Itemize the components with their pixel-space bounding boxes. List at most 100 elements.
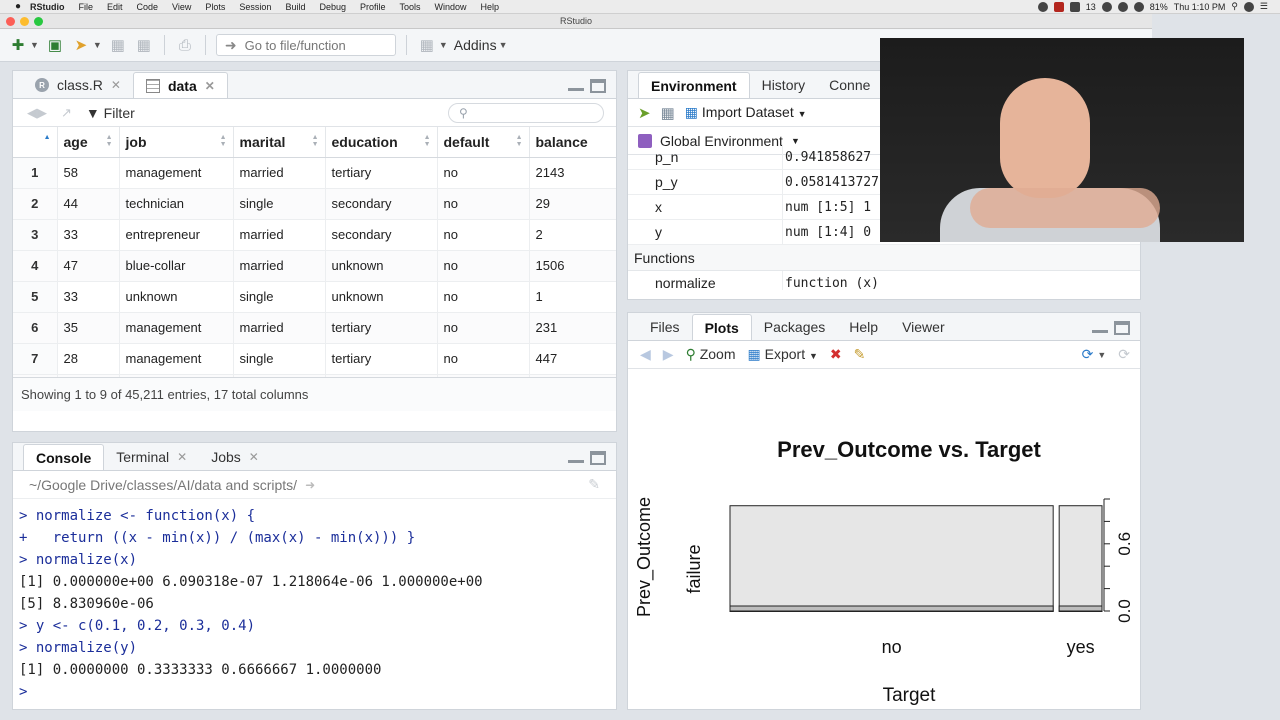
new-file-icon[interactable]: ✚ <box>8 35 28 55</box>
delete-plot-icon[interactable]: ✖ <box>830 346 842 363</box>
menu-build[interactable]: Build <box>285 2 305 12</box>
table-row[interactable]: 1 58 management married tertiary no 2143 <box>13 157 616 189</box>
table-row[interactable]: 2 44 technician single secondary no 29 <box>13 188 616 220</box>
tray-app-icon[interactable] <box>1053 1 1064 12</box>
column-header-education[interactable]: education ▲ ▼ <box>325 127 438 158</box>
back-arrow-icon[interactable]: ◀▶ <box>27 105 47 121</box>
maximize-pane-icon[interactable] <box>1114 321 1130 335</box>
table-row[interactable]: 4 47 blue-collar married unknown no 1506 <box>13 250 616 282</box>
column-header-age[interactable]: age ▲ ▼ <box>57 127 120 158</box>
save-icon[interactable]: ▦ <box>108 35 128 55</box>
tab-files[interactable]: Files <box>638 314 692 340</box>
menu-help[interactable]: Help <box>481 2 500 12</box>
table-row[interactable]: 3 33 entrepreneur married secondary no 2 <box>13 219 616 251</box>
menubar-clock[interactable]: Thu 1:10 PM <box>1174 2 1226 12</box>
table-row[interactable]: 5 33 unknown single unknown no 1 <box>13 281 616 313</box>
import-dataset-button[interactable]: ▦ Import Dataset ▼ <box>685 104 807 121</box>
tab-plots[interactable]: Plots <box>691 314 752 340</box>
pane-layout-icon[interactable]: ▦ <box>417 35 437 55</box>
clear-console-icon[interactable]: ✎ <box>588 476 600 493</box>
goto-file-function-input[interactable]: ➜ Go to file/function <box>215 34 396 56</box>
new-file-dropdown-icon[interactable]: ▼ <box>30 40 39 50</box>
tab-data[interactable]: data ✕ <box>132 72 228 98</box>
new-project-icon[interactable]: ▣ <box>45 35 65 55</box>
zoom-window-button[interactable] <box>34 17 43 26</box>
goto-directory-icon[interactable]: ➜ <box>305 478 315 492</box>
tab-environment[interactable]: Environment <box>638 72 750 98</box>
minimize-pane-icon[interactable] <box>568 83 584 91</box>
tab-packages[interactable]: Packages <box>752 314 837 340</box>
close-icon[interactable]: ✕ <box>177 450 187 464</box>
menu-debug[interactable]: Debug <box>319 2 346 12</box>
tray-status-icon[interactable] <box>1037 1 1048 12</box>
column-header-marital[interactable]: marital ▲ ▼ <box>233 127 326 158</box>
menu-profile[interactable]: Profile <box>360 2 386 12</box>
battery-percent[interactable]: 81% <box>1150 2 1168 12</box>
wifi-icon[interactable] <box>1133 1 1144 12</box>
menu-file[interactable]: File <box>79 2 94 12</box>
menu-window[interactable]: Window <box>435 2 467 12</box>
next-plot-icon[interactable]: ▶ <box>663 346 674 363</box>
table-cell: married <box>233 157 326 189</box>
maximize-pane-icon[interactable] <box>590 79 606 93</box>
tab-viewer[interactable]: Viewer <box>890 314 957 340</box>
column-header-job[interactable]: job ▲ ▼ <box>119 127 234 158</box>
console-output[interactable]: > normalize <- function(x) {+ return ((x… <box>13 499 616 709</box>
close-icon[interactable]: ✕ <box>249 450 259 464</box>
print-icon[interactable]: ⎙ <box>175 35 195 55</box>
siri-icon[interactable] <box>1243 1 1254 12</box>
tray-cloud-icon[interactable] <box>1101 1 1112 12</box>
save-workspace-icon[interactable]: ▦ <box>661 104 675 122</box>
addins-menu[interactable]: Addins ▼ <box>454 37 508 53</box>
menu-app-name[interactable]: RStudio <box>30 2 65 12</box>
save-all-icon[interactable]: ▦ <box>134 35 154 55</box>
apple-icon[interactable]: ● <box>12 1 24 13</box>
menu-code[interactable]: Code <box>137 2 159 12</box>
menu-tools[interactable]: Tools <box>400 2 421 12</box>
zoom-button[interactable]: ⚲ Zoom <box>686 346 736 363</box>
table-cell: no <box>437 312 530 344</box>
close-window-button[interactable] <box>6 17 15 26</box>
load-workspace-icon[interactable]: ➤ <box>638 104 651 122</box>
previous-plot-icon[interactable]: ◀ <box>640 346 651 363</box>
tab-help[interactable]: Help <box>837 314 890 340</box>
popout-icon[interactable]: ↗ <box>61 105 72 121</box>
minimize-pane-icon[interactable] <box>1092 325 1108 333</box>
open-file-icon[interactable]: ➤ <box>71 35 91 55</box>
tray-app-icon[interactable] <box>1069 1 1080 12</box>
table-row[interactable]: 7 28 management single tertiary no 447 <box>13 343 616 375</box>
tab-history[interactable]: History <box>750 72 818 98</box>
menu-session[interactable]: Session <box>239 2 271 12</box>
notification-center-icon[interactable]: ☰ <box>1260 1 1268 12</box>
menu-edit[interactable]: Edit <box>107 2 123 12</box>
refresh-plot-icon[interactable]: ⟳ <box>1118 346 1130 363</box>
clear-plots-icon[interactable]: ✎ <box>854 346 866 363</box>
filter-button[interactable]: ▼ Filter <box>86 105 135 121</box>
close-icon[interactable]: ✕ <box>205 79 215 93</box>
minimize-window-button[interactable] <box>20 17 29 26</box>
close-icon[interactable]: ✕ <box>111 78 121 92</box>
maximize-pane-icon[interactable] <box>590 451 606 465</box>
table-row[interactable]: 6 35 management married tertiary no 231 <box>13 312 616 344</box>
data-search-input[interactable]: ⚲ <box>448 102 604 123</box>
tab-console[interactable]: Console <box>23 444 105 470</box>
tab-class-r[interactable]: R class.R ✕ <box>23 72 133 98</box>
table-cell: management <box>119 343 234 375</box>
open-file-dropdown-icon[interactable]: ▼ <box>93 40 102 50</box>
publish-icon[interactable]: ⟳ ▼ <box>1082 346 1107 363</box>
tab-connections[interactable]: Conne <box>817 72 882 98</box>
column-header-rownum[interactable]: ▲ <box>13 127 58 158</box>
table-cell: management <box>119 157 234 189</box>
tab-terminal[interactable]: Terminal ✕ <box>104 444 199 470</box>
tab-jobs[interactable]: Jobs ✕ <box>199 444 271 470</box>
tray-bluetooth-icon[interactable] <box>1117 1 1128 12</box>
column-header-default[interactable]: default ▲ ▼ <box>437 127 530 158</box>
menu-view[interactable]: View <box>172 2 191 12</box>
menu-plots[interactable]: Plots <box>205 2 225 12</box>
column-header-balance[interactable]: balance <box>529 127 616 158</box>
pane-layout-dropdown-icon[interactable]: ▼ <box>439 40 448 50</box>
minimize-pane-icon[interactable] <box>568 455 584 463</box>
spotlight-icon[interactable]: ⚲ <box>1231 1 1238 12</box>
environment-function-row[interactable]: normalize function (x) <box>628 271 1140 290</box>
export-button[interactable]: ▦ Export ▼ <box>748 346 818 363</box>
